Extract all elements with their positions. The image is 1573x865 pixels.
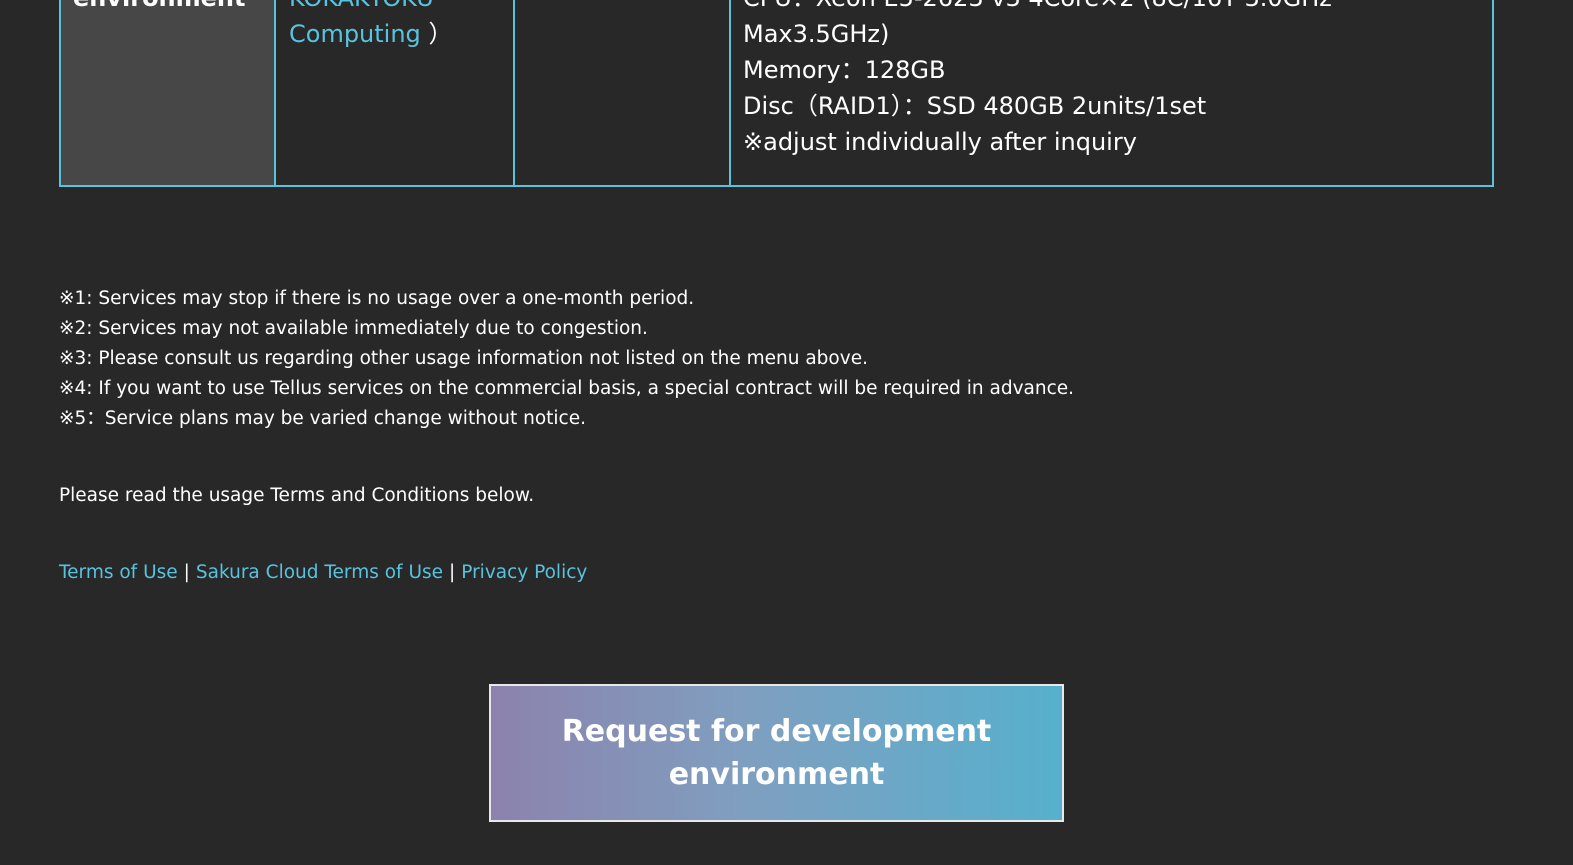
request-development-environment-button[interactable]: Request for development environment	[489, 684, 1064, 822]
note-4: ※4: If you want to use Tellus services o…	[59, 378, 1075, 399]
spec-disc: Disc（RAID1）：SSD 480GB 2units/1set	[743, 92, 1207, 120]
note-1: ※1: Services may stop if there is no usa…	[59, 288, 695, 309]
request-button-label: Request for development environment	[561, 714, 992, 792]
close-paren: ）	[428, 20, 453, 48]
notes-list: ※1: Services may stop if there is no usa…	[59, 284, 1074, 434]
plan-cell	[515, 0, 731, 185]
spec-cpu: CPU：Xeon E5-2623 v3 4Core×2 (8C/16T 3.0G…	[743, 0, 1492, 16]
note-3: ※3: Please consult us regarding other us…	[59, 348, 868, 369]
row-header-cell: environment	[61, 0, 276, 185]
spec-cell: CPU：Xeon E5-2623 v3 4Core×2 (8C/16T 3.0G…	[731, 0, 1492, 185]
row-header-label: environment	[73, 0, 246, 12]
link-separator: |	[449, 562, 456, 583]
privacy-policy-link[interactable]: Privacy Policy	[461, 562, 587, 583]
spec-table: environment KOKAKYOKU Computing ） CPU：Xe…	[59, 0, 1494, 187]
note-2: ※2: Services may not available immediate…	[59, 318, 648, 339]
spec-cpu-max: Max3.5GHz)	[743, 20, 890, 48]
note-5: ※5：Service plans may be varied change wi…	[59, 408, 586, 429]
link-separator: |	[183, 562, 190, 583]
spec-note: ※adjust individually after inquiry	[743, 128, 1137, 156]
computing-link[interactable]: KOKAKYOKU Computing	[289, 0, 434, 48]
spec-memory: Memory：128GB	[743, 56, 946, 84]
sakura-cloud-terms-link[interactable]: Sakura Cloud Terms of Use	[196, 562, 443, 583]
page: environment KOKAKYOKU Computing ） CPU：Xe…	[0, 0, 1573, 865]
terms-of-use-link[interactable]: Terms of Use	[59, 562, 178, 583]
name-cell: KOKAKYOKU Computing ）	[276, 0, 515, 185]
terms-links: Terms of Use | Sakura Cloud Terms of Use | P…	[59, 558, 587, 588]
read-terms-text: Please read the usage Terms and Conditio…	[59, 485, 535, 506]
